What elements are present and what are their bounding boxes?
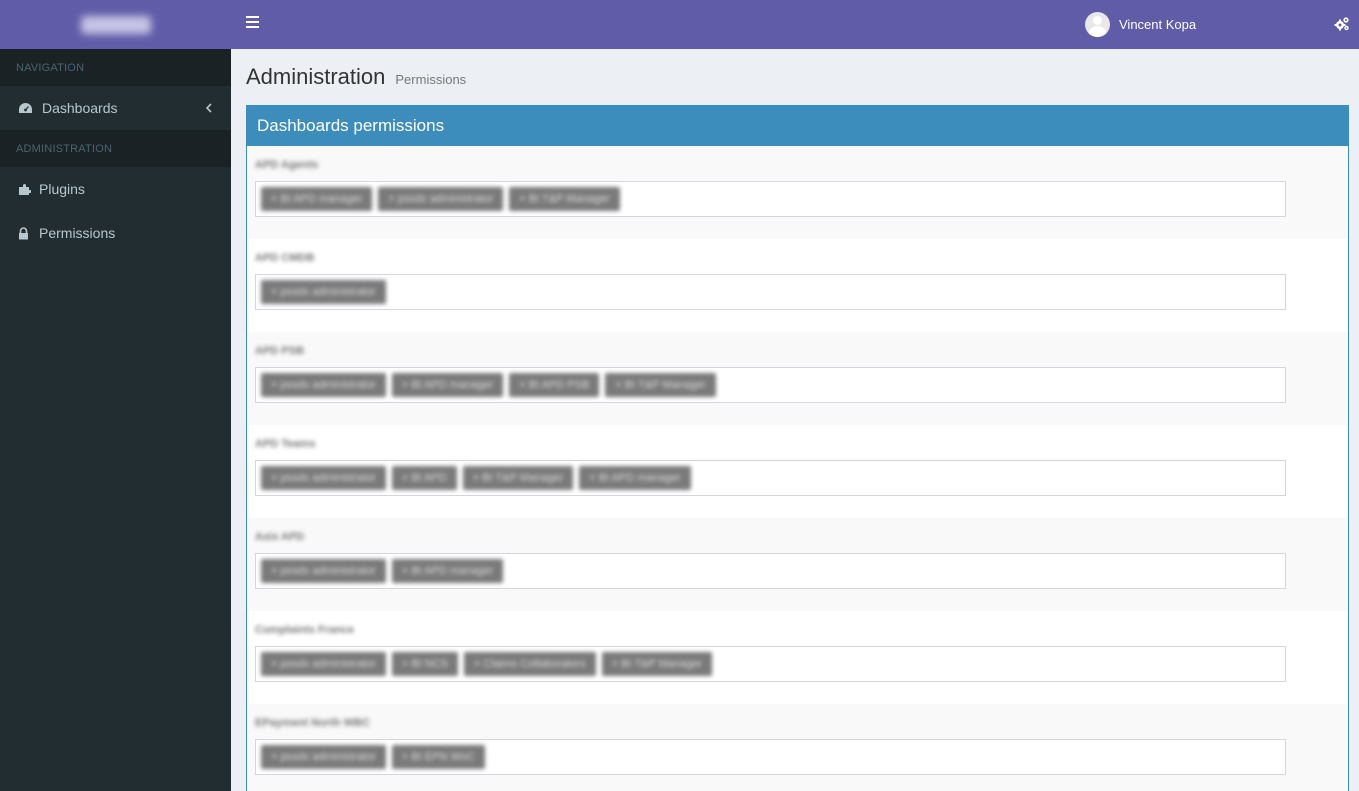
page-title: Administration — [246, 64, 386, 89]
permission-roles-input[interactable] — [255, 274, 1286, 310]
permission-dashboard-name: APD CMDB — [255, 252, 315, 264]
gears-icon[interactable] — [1334, 16, 1350, 32]
role-tags: × pssdx administrator × BI APD × BI T&P Ma… — [261, 466, 691, 490]
permission-dashboard-name: APD Agents — [255, 159, 319, 171]
role-tag[interactable]: × BI T&P Manager — [601, 652, 712, 676]
content-header: Administration Permissions — [246, 64, 466, 90]
role-tag[interactable]: × Claims Collaborators — [464, 652, 596, 676]
permission-dashboard-name: APD PSB — [255, 345, 304, 357]
permission-dashboard-name: EPayment North WBC — [255, 717, 370, 729]
role-tag[interactable]: × BI APD manager — [579, 466, 691, 490]
nav-section-administration: ADMINISTRATION — [0, 130, 231, 167]
puzzle-icon — [18, 183, 33, 196]
role-tag[interactable]: × BI NCS — [391, 652, 459, 676]
permission-row: Complaints France × pssdx administrator × … — [247, 611, 1348, 704]
chevron-left-icon — [205, 100, 213, 116]
permission-dashboard-name: APD Teams — [255, 438, 316, 450]
role-tag[interactable]: × pssdx administrator — [261, 373, 386, 397]
sidebar-item-label: Permissions — [39, 225, 116, 241]
role-tags: × pssdx administrator × BI EPN WoC — [261, 745, 485, 769]
role-tags: × BI APD manager × pssdx administrator × B… — [261, 187, 620, 211]
permission-row: APD PSB × pssdx administrator × BI APD man… — [247, 332, 1348, 425]
sidebar-item-label: Dashboards — [42, 100, 118, 116]
role-tags: × pssdx administrator × BI APD manager × B… — [261, 373, 716, 397]
nav-section-navigation: NAVIGATION — [0, 49, 231, 86]
role-tag[interactable]: × pssdx administrator — [261, 559, 386, 583]
lock-icon — [18, 226, 33, 240]
user-menu[interactable]: Vincent Kopa — [1085, 12, 1196, 37]
role-tag[interactable]: × BI EPN WoC — [391, 745, 485, 769]
role-tag[interactable]: × BI APD PSB — [509, 373, 600, 397]
permissions-list: APD Agents × BI APD manager × pssdx admini… — [247, 146, 1348, 791]
sidebar-item-permissions[interactable]: Permissions — [0, 211, 231, 255]
permission-row: APD Teams × pssdx administrator × BI APD × … — [247, 425, 1348, 518]
role-tags: × pssdx administrator × BI NCS × Claims Co… — [261, 652, 712, 676]
sidebar-item-plugins[interactable]: Plugins — [0, 167, 231, 211]
role-tag[interactable]: × BI APD manager — [261, 187, 373, 211]
role-tag[interactable]: × BI T&P Manager — [509, 187, 620, 211]
permission-dashboard-name: Axis APD — [255, 531, 305, 543]
page-subtitle: Permissions — [395, 72, 467, 87]
role-tags: × pssdx administrator — [261, 280, 386, 304]
box-title: Dashboards permissions — [247, 106, 1348, 146]
permission-row: Axis APD × pssdx administrator × BI APD ma… — [247, 518, 1348, 611]
dashboard-icon — [18, 102, 36, 115]
permission-dashboard-name: Complaints France — [255, 624, 355, 636]
sidebar-item-dashboards[interactable]: Dashboards — [0, 86, 231, 130]
username: Vincent Kopa — [1119, 17, 1197, 32]
sidebar-item-label: Plugins — [39, 181, 85, 197]
logo[interactable] — [0, 0, 231, 49]
permission-row: APD CMDB × pssdx administrator — [247, 239, 1348, 332]
permission-row: APD Agents × BI APD manager × pssdx admini… — [247, 146, 1348, 239]
role-tags: × pssdx administrator × BI APD manager — [261, 559, 504, 583]
role-tag[interactable]: × BI APD manager — [391, 559, 504, 583]
avatar — [1085, 12, 1110, 37]
role-tag[interactable]: × BI APD manager — [391, 373, 504, 397]
role-tag[interactable]: × pssdx administrator — [261, 652, 386, 676]
role-tag[interactable]: × pssdx administrator — [261, 280, 386, 304]
logo-image — [80, 15, 151, 34]
role-tag[interactable]: × pssdx administrator — [378, 187, 504, 211]
role-tag[interactable]: × BI T&P Manager — [605, 373, 716, 397]
role-tag[interactable]: × pssdx administrator — [261, 745, 386, 769]
top-navbar: Vincent Kopa — [231, 0, 1359, 49]
role-tag[interactable]: × BI T&P Manager — [462, 466, 574, 490]
permission-row: EPayment North WBC × pssdx administrator ×… — [247, 704, 1348, 791]
role-tag[interactable]: × BI APD — [391, 466, 457, 490]
role-tag[interactable]: × pssdx administrator — [261, 466, 386, 490]
sidebar: NAVIGATION Dashboards ADMINISTRATION Plu… — [0, 0, 231, 791]
permissions-box: Dashboards permissions APD Agents × BI AP… — [246, 105, 1349, 791]
hamburger-menu-icon[interactable] — [246, 16, 259, 29]
